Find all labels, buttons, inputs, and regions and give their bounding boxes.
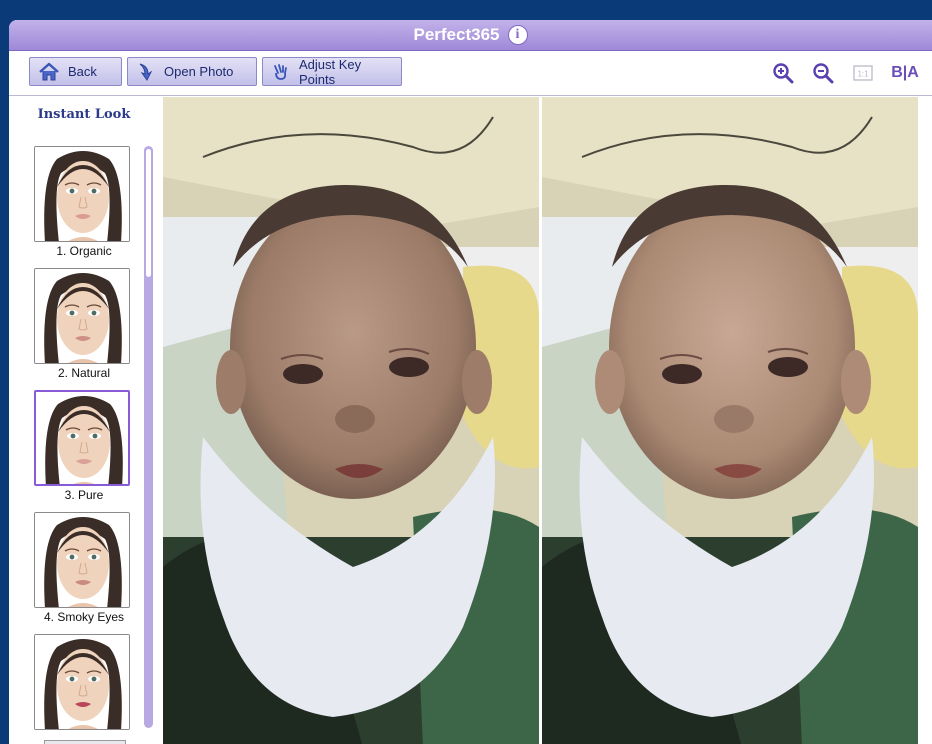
look-label: 1. Organic: [56, 244, 112, 258]
look-thumbnail: [34, 390, 130, 486]
toolbar: Back Open Photo Adjust Key Points 1:1 B|…: [9, 51, 932, 96]
open-photo-label: Open Photo: [164, 64, 234, 79]
look-label: 3. Pure: [64, 488, 104, 502]
look-item[interactable]: [34, 634, 134, 732]
back-button[interactable]: Back: [29, 57, 122, 86]
look-thumbnail: [34, 512, 130, 608]
actual-size-icon[interactable]: 1:1: [851, 61, 875, 85]
home-icon: [38, 62, 60, 82]
sidebar-title: Instant Look: [37, 107, 131, 122]
arrow-down-icon: [136, 62, 156, 82]
before-after-label: B|A: [891, 64, 919, 81]
photo-comparison-area: [162, 96, 932, 744]
look-item[interactable]: 2. Natural: [34, 268, 134, 380]
before-after-toggle[interactable]: B|A: [889, 61, 921, 85]
look-thumbnail: [34, 634, 130, 730]
look-item[interactable]: 1. Organic: [34, 146, 134, 258]
look-thumbnail: [34, 268, 130, 364]
look-label: 2. Natural: [57, 366, 111, 380]
scrollbar-thumb[interactable]: [146, 149, 151, 277]
title-bar: Perfect365 i: [9, 20, 932, 51]
before-photo[interactable]: [163, 97, 539, 744]
zoom-in-icon[interactable]: [771, 61, 795, 85]
zoom-out-icon[interactable]: [811, 61, 835, 85]
look-label: 4. Smoky Eyes: [43, 610, 125, 624]
after-photo[interactable]: [542, 97, 918, 744]
app-window: Perfect365 i Back Open Photo Adjust Key …: [9, 20, 932, 744]
adjust-key-points-label: Adjust Key Points: [299, 56, 362, 87]
info-icon[interactable]: i: [507, 25, 528, 45]
open-photo-button[interactable]: Open Photo: [127, 57, 257, 86]
look-item[interactable]: 4. Smoky Eyes: [34, 512, 134, 624]
sidebar-scrollbar[interactable]: [144, 146, 153, 728]
look-item[interactable]: 3. Pure: [34, 390, 134, 502]
instant-look-sidebar: Instant Look 1. Organic 2. Natural 3. Pure…: [9, 96, 162, 744]
back-label: Back: [68, 64, 97, 79]
svg-text:1:1: 1:1: [857, 70, 869, 79]
app-title: Perfect365: [413, 25, 500, 44]
look-thumbnail: [34, 146, 130, 242]
adjust-key-points-button[interactable]: Adjust Key Points: [262, 56, 402, 87]
sidebar-more-button[interactable]: [44, 740, 126, 744]
hand-icon: [271, 62, 291, 82]
